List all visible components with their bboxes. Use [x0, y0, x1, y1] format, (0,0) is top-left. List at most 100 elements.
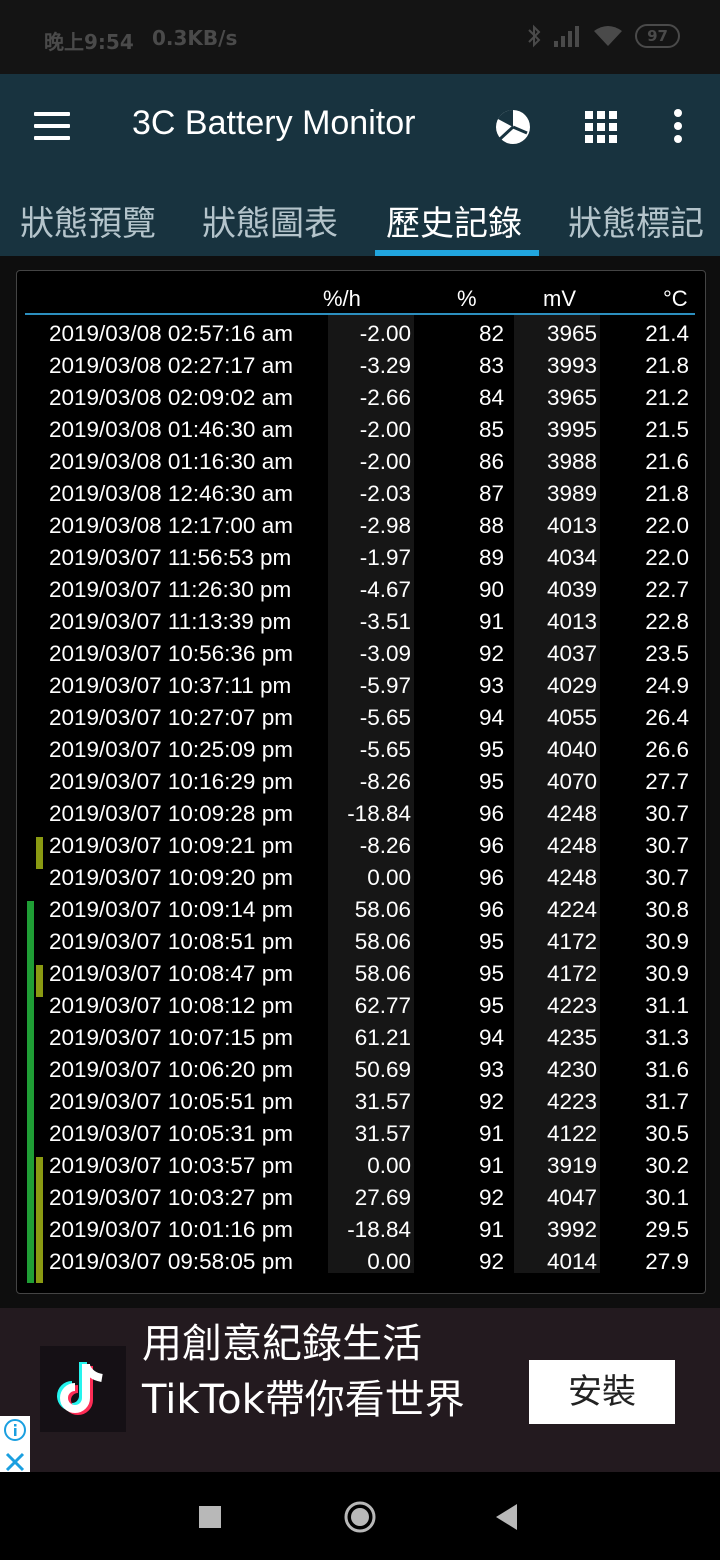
cell-rate: -2.00 — [359, 417, 411, 442]
cell-datetime: 2019/03/07 11:13:39 pm — [49, 609, 292, 634]
table-row[interactable]: 2019/03/07 10:25:09 pm -5.65 95 4040 26.6 — [17, 733, 705, 765]
cell-millivolt: 4122 — [546, 1121, 597, 1146]
cell-temperature: 30.7 — [645, 801, 689, 826]
table-row[interactable]: 2019/03/08 01:16:30 am -2.00 86 3988 21.6 — [17, 445, 705, 477]
nav-home-icon[interactable] — [343, 1500, 377, 1534]
cell-datetime: 2019/03/07 10:56:36 pm — [49, 641, 293, 666]
nav-back-icon[interactable] — [496, 1504, 518, 1530]
tiktok-logo-icon[interactable] — [40, 1346, 126, 1432]
cell-millivolt: 3988 — [546, 449, 597, 474]
cell-datetime: 2019/03/08 02:27:17 am — [49, 353, 293, 378]
cell-percent: 95 — [478, 769, 504, 794]
table-row[interactable]: 2019/03/08 01:46:30 am -2.00 85 3995 21.5 — [17, 413, 705, 445]
table-row[interactable]: 2019/03/08 12:46:30 am -2.03 87 3989 21.8 — [17, 477, 705, 509]
table-row[interactable]: 2019/03/07 10:09:21 pm -8.26 96 4248 30.7 — [17, 829, 705, 861]
more-vert-icon[interactable] — [670, 108, 686, 144]
table-row[interactable]: 2019/03/07 10:03:57 pm 0.00 91 3919 30.2 — [17, 1149, 705, 1181]
cell-rate: -5.97 — [359, 673, 411, 698]
cell-temperature: 27.9 — [645, 1249, 689, 1274]
cell-temperature: 22.0 — [645, 545, 689, 570]
table-row[interactable]: 2019/03/07 10:05:51 pm 31.57 92 4223 31.7 — [17, 1085, 705, 1117]
table-row[interactable]: 2019/03/08 12:17:00 am -2.98 88 4013 22.0 — [17, 509, 705, 541]
cell-temperature: 31.1 — [645, 993, 689, 1018]
history-table[interactable]: %/h % mV °C 2019/03/08 02:57:16 am -2.00 8… — [16, 270, 706, 1294]
cell-millivolt: 4029 — [546, 673, 597, 698]
cell-datetime: 2019/03/08 02:57:16 am — [49, 321, 293, 346]
table-row[interactable]: 2019/03/07 11:26:30 pm -4.67 90 4039 22.7 — [17, 573, 705, 605]
cell-percent: 92 — [478, 1185, 504, 1210]
cell-rate: -3.09 — [359, 641, 411, 666]
table-row[interactable]: 2019/03/08 02:27:17 am -3.29 83 3993 21.8 — [17, 349, 705, 381]
install-button[interactable]: 安裝 — [529, 1360, 675, 1424]
cell-percent: 95 — [478, 737, 504, 762]
cell-datetime: 2019/03/08 01:46:30 am — [49, 417, 293, 442]
cell-temperature: 21.4 — [645, 321, 689, 346]
cell-percent: 92 — [478, 1249, 504, 1274]
table-row[interactable]: 2019/03/07 10:08:47 pm 58.06 95 4172 30.9 — [17, 957, 705, 989]
cell-temperature: 31.7 — [645, 1089, 689, 1114]
cell-datetime: 2019/03/07 11:26:30 pm — [49, 577, 292, 602]
table-row[interactable]: 2019/03/07 10:56:36 pm -3.09 92 4037 23.5 — [17, 637, 705, 669]
table-row[interactable]: 2019/03/07 10:16:29 pm -8.26 95 4070 27.7 — [17, 765, 705, 797]
table-row[interactable]: 2019/03/07 11:56:53 pm -1.97 89 4034 22.0 — [17, 541, 705, 573]
cell-percent: 95 — [478, 929, 504, 954]
table-row[interactable]: 2019/03/08 02:57:16 am -2.00 82 3965 21.4 — [17, 317, 705, 349]
cell-temperature: 31.3 — [645, 1025, 689, 1050]
table-row[interactable]: 2019/03/07 11:13:39 pm -3.51 91 4013 22.8 — [17, 605, 705, 637]
menu-icon[interactable] — [34, 112, 70, 140]
cell-percent: 96 — [478, 865, 504, 890]
cell-percent: 96 — [478, 833, 504, 858]
tab-status-chart[interactable]: 狀態圖表 — [202, 196, 338, 245]
tab-status-overview[interactable]: 狀態預覽 — [20, 196, 156, 245]
status-bar: 晚上9:54 0.3KB/s 97 — [0, 0, 720, 74]
cell-percent: 91 — [478, 1121, 504, 1146]
table-row[interactable]: 2019/03/07 10:05:31 pm 31.57 91 4122 30.5 — [17, 1117, 705, 1149]
table-row[interactable]: 2019/03/07 09:58:05 pm 0.00 92 4014 27.9 — [17, 1245, 705, 1277]
cell-datetime: 2019/03/07 11:56:53 pm — [49, 545, 292, 570]
ad-banner[interactable]: 用創意紀錄生活TikTok帶你看世界 安裝 — [0, 1308, 720, 1472]
cell-rate: 50.69 — [354, 1057, 411, 1082]
ad-info-icon[interactable] — [0, 1416, 30, 1444]
table-row[interactable]: 2019/03/07 10:27:07 pm -5.65 94 4055 26.4 — [17, 701, 705, 733]
table-row[interactable]: 2019/03/08 02:09:02 am -2.66 84 3965 21.2 — [17, 381, 705, 413]
table-row[interactable]: 2019/03/07 10:09:20 pm 0.00 96 4248 30.7 — [17, 861, 705, 893]
cell-datetime: 2019/03/07 10:08:51 pm — [49, 929, 293, 954]
cell-millivolt: 3919 — [546, 1153, 597, 1178]
nav-recents-icon[interactable] — [199, 1506, 221, 1528]
table-row[interactable]: 2019/03/07 10:06:20 pm 50.69 93 4230 31.6 — [17, 1053, 705, 1085]
cell-rate: -4.67 — [359, 577, 411, 602]
table-row[interactable]: 2019/03/07 10:07:15 pm 61.21 94 4235 31.3 — [17, 1021, 705, 1053]
cell-temperature: 26.4 — [645, 705, 689, 730]
table-row[interactable]: 2019/03/07 10:08:12 pm 62.77 95 4223 31.1 — [17, 989, 705, 1021]
table-row[interactable]: 2019/03/07 10:03:27 pm 27.69 92 4047 30.1 — [17, 1181, 705, 1213]
cell-millivolt: 4040 — [546, 737, 597, 762]
cell-temperature: 31.6 — [645, 1057, 689, 1082]
cell-rate: 62.77 — [354, 993, 411, 1018]
cell-datetime: 2019/03/07 10:07:15 pm — [49, 1025, 293, 1050]
cell-rate: -18.84 — [347, 1217, 411, 1242]
grid-icon[interactable] — [584, 110, 618, 144]
ad-text[interactable]: 用創意紀錄生活TikTok帶你看世界 — [142, 1316, 482, 1428]
table-row[interactable]: 2019/03/07 10:01:16 pm -18.84 91 3992 29.5 — [17, 1213, 705, 1245]
table-row[interactable]: 2019/03/07 10:09:28 pm -18.84 96 4248 30.7 — [17, 797, 705, 829]
cell-millivolt: 4172 — [546, 961, 597, 986]
table-body: 2019/03/08 02:57:16 am -2.00 82 3965 21.4 201… — [17, 317, 705, 1277]
cell-percent: 85 — [478, 417, 504, 442]
table-row[interactable]: 2019/03/07 10:08:51 pm 58.06 95 4172 30.9 — [17, 925, 705, 957]
table-row[interactable]: 2019/03/07 10:37:11 pm -5.97 93 4029 24.9 — [17, 669, 705, 701]
ad-choices[interactable] — [0, 1416, 30, 1472]
cell-percent: 89 — [478, 545, 504, 570]
cell-percent: 96 — [478, 801, 504, 826]
pie-chart-icon[interactable] — [494, 108, 532, 146]
table-header: %/h % mV °C — [17, 271, 705, 315]
cell-millivolt: 4223 — [546, 1089, 597, 1114]
cell-percent: 91 — [478, 609, 504, 634]
cell-millivolt: 3965 — [546, 385, 597, 410]
tab-history[interactable]: 歷史記錄 — [386, 196, 522, 245]
table-row[interactable]: 2019/03/07 10:09:14 pm 58.06 96 4224 30.8 — [17, 893, 705, 925]
tab-status-markers[interactable]: 狀態標記 — [568, 196, 704, 245]
cell-datetime: 2019/03/07 10:37:11 pm — [49, 673, 292, 698]
cell-temperature: 30.9 — [645, 961, 689, 986]
cell-datetime: 2019/03/08 02:09:02 am — [49, 385, 293, 410]
status-net-speed: 0.3KB/s — [152, 26, 238, 50]
